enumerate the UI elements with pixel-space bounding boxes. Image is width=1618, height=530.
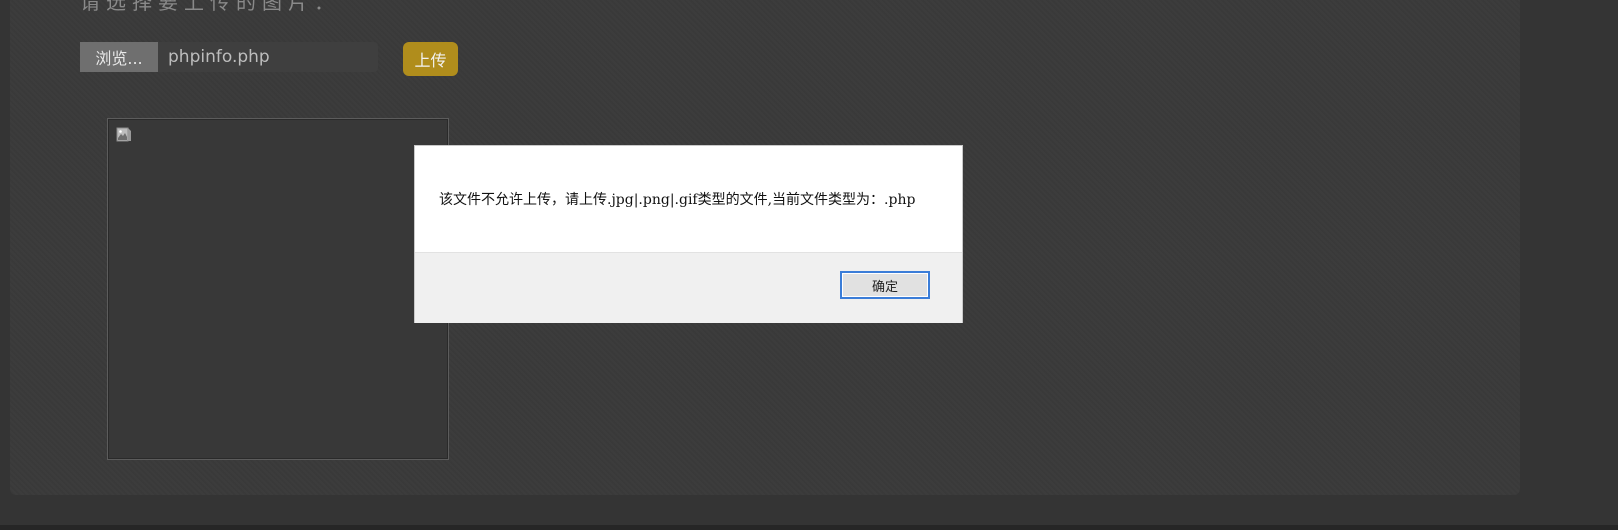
broken-image-icon	[116, 127, 131, 142]
upload-instruction: 请选择要上传的图片：	[80, 0, 340, 14]
ok-button[interactable]: 确定	[840, 271, 930, 299]
alert-dialog: 该文件不允许上传，请上传.jpg|.png|.gif类型的文件,当前文件类型为：…	[414, 145, 963, 323]
bottom-bar	[0, 525, 1618, 530]
alert-footer: 确定	[415, 253, 962, 323]
alert-message: 该文件不允许上传，请上传.jpg|.png|.gif类型的文件,当前文件类型为：…	[439, 192, 916, 208]
upload-button[interactable]: 上传	[403, 42, 458, 76]
file-input[interactable]: 浏览... phpinfo.php	[80, 42, 378, 72]
selected-filename: phpinfo.php	[158, 42, 378, 72]
page: 请选择要上传的图片： 浏览... phpinfo.php 上传 该文件不允许上传…	[0, 0, 1618, 530]
image-preview	[107, 118, 449, 460]
browse-button[interactable]: 浏览...	[80, 42, 158, 72]
alert-body: 该文件不允许上传，请上传.jpg|.png|.gif类型的文件,当前文件类型为：…	[415, 146, 962, 253]
